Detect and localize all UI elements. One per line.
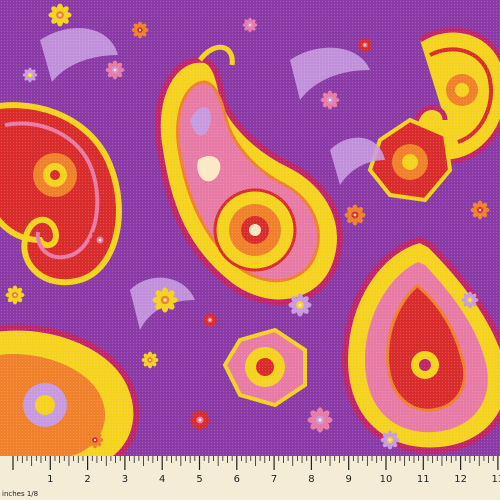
ruler-unit-label: inches 1/8	[2, 490, 38, 498]
ruler-number: 4	[159, 474, 165, 485]
ruler-number: 6	[234, 474, 240, 485]
ruler-number: 9	[346, 474, 352, 485]
ruler-number: 8	[308, 474, 314, 485]
ruler-number: 10	[380, 474, 393, 485]
ruler-number: 12	[454, 474, 467, 485]
ruler-number: 13	[492, 474, 500, 485]
measurement-ruler: 12345678910111213 inches 1/8	[0, 456, 500, 500]
fabric-swatch: 12345678910111213 inches 1/8	[0, 0, 500, 500]
ruler-number: 1	[47, 474, 53, 485]
ruler-number: 11	[417, 474, 430, 485]
texture-overlay	[0, 0, 500, 456]
ruler-number: 7	[271, 474, 277, 485]
paisley-pattern	[0, 0, 500, 456]
ruler-number: 3	[122, 474, 128, 485]
ruler-number: 2	[84, 474, 90, 485]
ruler-number: 5	[196, 474, 202, 485]
